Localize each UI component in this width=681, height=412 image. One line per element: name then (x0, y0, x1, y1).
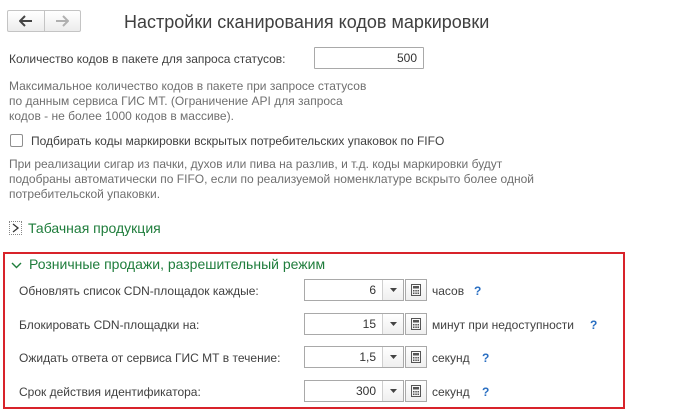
identifier-ttl-unit: секунд (432, 385, 470, 399)
fifo-hint-line: подобраны автоматически по FIFO, если по… (9, 172, 534, 186)
caret-down-icon (389, 322, 397, 326)
identifier-ttl-value[interactable]: 300 (305, 381, 382, 401)
identifier-ttl-label: Срок действия идентификатора: (19, 385, 201, 399)
caret-down-icon (389, 389, 397, 393)
calculator-button[interactable] (405, 346, 427, 368)
fifo-hint: При реализации сигар из пачки, духов или… (9, 157, 534, 202)
help-icon[interactable]: ? (474, 284, 481, 298)
help-icon[interactable]: ? (482, 385, 489, 399)
fifo-checkbox[interactable] (10, 134, 23, 147)
page-title: Настройки сканирования кодов маркировки (124, 12, 490, 32)
calculator-button[interactable] (405, 279, 427, 301)
back-button[interactable] (8, 11, 44, 31)
calculator-icon (411, 318, 421, 330)
response-timeout-value[interactable]: 1,5 (305, 347, 382, 367)
forward-button[interactable] (43, 11, 81, 31)
fifo-hint-line: потребительской упаковки. (9, 187, 161, 201)
caret-down-icon (389, 355, 397, 359)
arrow-right-icon (56, 15, 70, 27)
tobacco-section-header[interactable]: Табачная продукция (28, 220, 161, 236)
cdn-refresh-field[interactable]: 6 (304, 279, 404, 301)
chevron-down-icon[interactable] (10, 259, 23, 271)
batch-size-input[interactable]: 500 (314, 47, 424, 69)
cdn-block-label: Блокировать CDN-площадки на: (19, 318, 200, 332)
nav-buttons (7, 10, 81, 32)
calculator-icon (411, 385, 421, 397)
dropdown-button[interactable] (382, 381, 403, 401)
chevron-right-icon[interactable] (9, 221, 22, 235)
fifo-label[interactable]: Подбирать коды маркировки вскрытых потре… (31, 134, 444, 148)
cdn-refresh-value[interactable]: 6 (305, 280, 382, 300)
batch-hint-line: Максимальное количество кодов в пакете п… (9, 79, 367, 93)
calculator-button[interactable] (405, 313, 427, 335)
fifo-hint-line: При реализации сигар из пачки, духов или… (9, 157, 503, 171)
caret-down-icon (389, 288, 397, 292)
cdn-refresh-unit: часов (432, 284, 465, 298)
batch-size-label: Количество кодов в пакете для запроса ст… (9, 52, 286, 66)
batch-hint-line: кодов - не более 1000 кодов в массиве). (9, 109, 234, 123)
calculator-button[interactable] (405, 380, 427, 402)
response-timeout-label: Ожидать ответа от сервиса ГИС МТ в течен… (19, 351, 281, 365)
dropdown-button[interactable] (382, 314, 403, 334)
response-timeout-field[interactable]: 1,5 (304, 346, 404, 368)
cdn-block-value[interactable]: 15 (305, 314, 382, 334)
response-timeout-unit: секунд (432, 351, 470, 365)
help-icon[interactable]: ? (590, 318, 597, 332)
cdn-refresh-label: Обновлять список CDN-площадок каждые: (19, 284, 259, 298)
help-icon[interactable]: ? (482, 351, 489, 365)
dropdown-button[interactable] (382, 347, 403, 367)
calculator-icon (411, 351, 421, 363)
calculator-icon (411, 284, 421, 296)
cdn-block-field[interactable]: 15 (304, 313, 404, 335)
cdn-block-unit: минут при недоступности (432, 318, 574, 332)
arrow-left-icon (18, 15, 32, 27)
retail-section-header[interactable]: Розничные продажи, разрешительный режим (29, 256, 325, 272)
batch-hint-line: по данным сервиса ГИС МТ. (Ограничение A… (9, 94, 343, 108)
batch-size-hint: Максимальное количество кодов в пакете п… (9, 79, 366, 124)
dropdown-button[interactable] (382, 280, 403, 300)
identifier-ttl-field[interactable]: 300 (304, 380, 404, 402)
